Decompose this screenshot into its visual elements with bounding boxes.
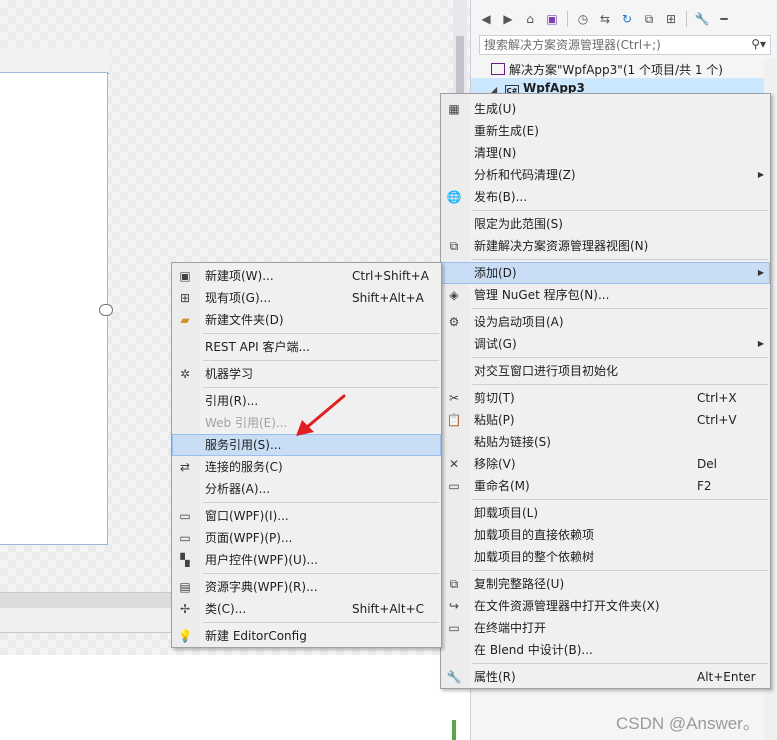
menu-item-open-in-terminal[interactable]: ▭ 在终端中打开 (441, 617, 770, 639)
window-title-bar (0, 48, 110, 74)
menu-item-interactive-init[interactable]: 对交互窗口进行项目初始化 (441, 360, 770, 382)
connected-service-icon: ⇄ (179, 460, 191, 474)
resize-handle-icon[interactable] (99, 304, 113, 316)
gear-icon: ⚙ (448, 315, 460, 329)
xaml-editor-pane[interactable] (0, 655, 470, 740)
switch-views-icon[interactable]: ▣ (543, 10, 561, 28)
scissors-icon: ✂ (448, 391, 460, 405)
solution-explorer-search-input[interactable]: 搜索解决方案资源管理器(Ctrl+;) ⚲▾ (479, 35, 771, 55)
menu-item-machine-learning[interactable]: ✲ 机器学习 (172, 363, 441, 385)
menu-item-new-editorconfig[interactable]: 💡 新建 EditorConfig (172, 625, 441, 647)
change-marker (452, 720, 456, 740)
menu-item-new-explorer-view[interactable]: ⧉ 新建解决方案资源管理器视图(N) (441, 235, 770, 257)
menu-item-properties[interactable]: 🔧 属性(R) Alt+Enter (441, 666, 770, 688)
menu-item-copy-full-path[interactable]: ⧉ 复制完整路径(U) (441, 573, 770, 595)
solution-icon (491, 63, 505, 75)
menu-item-manage-nuget[interactable]: ◈ 管理 NuGet 程序包(N)... (441, 284, 770, 306)
menu-item-add[interactable]: 添加(D) ▶ (441, 262, 770, 284)
menu-item-publish[interactable]: 🌐 发布(B)... (441, 186, 770, 208)
publish-globe-icon: 🌐 (446, 190, 462, 204)
show-all-files-icon[interactable]: ⊞ (662, 10, 680, 28)
page-icon: ▭ (179, 531, 191, 545)
submenu-arrow-icon: ▶ (757, 170, 764, 179)
pending-changes-filter-icon[interactable]: ◷ (574, 10, 592, 28)
new-folder-icon: ▰ (180, 313, 190, 327)
submenu-arrow-icon: ▶ (757, 268, 764, 277)
menu-item-build[interactable]: ▦ 生成(U) (441, 98, 770, 120)
toolbar-divider (686, 11, 687, 27)
menu-item-load-direct-deps[interactable]: 加载项目的直接依赖项 (441, 524, 770, 546)
menu-item-rebuild[interactable]: 重新生成(E) (441, 120, 770, 142)
window-icon: ▭ (179, 509, 191, 523)
clipboard-icon: 📋 (446, 413, 462, 427)
forward-icon[interactable]: ▶ (499, 10, 517, 28)
menu-item-user-control-wpf[interactable]: ▚ 用户控件(WPF)(U)... (172, 549, 441, 571)
toolbar-divider (567, 11, 568, 27)
menu-item-rename[interactable]: ▭ 重命名(M) F2 (441, 475, 770, 497)
refresh-icon[interactable]: ↻ (618, 10, 636, 28)
menu-item-analyze[interactable]: 分析和代码清理(Z) ▶ (441, 164, 770, 186)
nuget-icon: ◈ (449, 288, 459, 302)
search-icon[interactable]: ⚲▾ (751, 37, 766, 51)
menu-item-existing-item[interactable]: ⊞ 现有项(G)... Shift+Alt+A (172, 287, 441, 309)
menu-item-analyzer[interactable]: 分析器(A)... (172, 478, 441, 500)
menu-item-rest-api-client[interactable]: REST API 客户端... (172, 336, 441, 358)
menu-item-set-startup[interactable]: ⚙ 设为启动项目(A) (441, 311, 770, 333)
menu-item-window-wpf[interactable]: ▭ 窗口(WPF)(I)... (172, 505, 441, 527)
menu-item-load-dep-tree[interactable]: 加载项目的整个依赖树 (441, 546, 770, 568)
menu-item-resource-dictionary[interactable]: ▤ 资源字典(WPF)(R)... (172, 576, 441, 598)
collapse-all-icon[interactable]: ⧉ (640, 10, 658, 28)
menu-item-paste[interactable]: 📋 粘贴(P) Ctrl+V (441, 409, 770, 431)
back-icon[interactable]: ◀ (477, 10, 495, 28)
class-icon: ✢ (179, 602, 191, 616)
menu-item-service-reference[interactable]: 服务引用(S)... (172, 434, 441, 456)
menu-item-unload-project[interactable]: 卸载项目(L) (441, 502, 770, 524)
menu-item-design-in-blend[interactable]: 在 Blend 中设计(B)... (441, 639, 770, 661)
watermark: CSDN @Answer。 (616, 714, 760, 733)
menu-item-clean[interactable]: 清理(N) (441, 142, 770, 164)
menu-item-scope-to-this[interactable]: 限定为此范围(S) (441, 213, 770, 235)
menu-item-reference[interactable]: 引用(R)... (172, 390, 441, 412)
new-item-icon: ▣ (179, 269, 191, 283)
solution-explorer-toolbar: ◀ ▶ ⌂ ▣ ◷ ⇆ ↻ ⧉ ⊞ 🔧 ━ (477, 8, 733, 30)
wrench-icon: 🔧 (446, 670, 462, 684)
home-icon[interactable]: ⌂ (521, 10, 539, 28)
tree-item-solution[interactable]: 解决方案"WpfApp3"(1 个项目/共 1 个) (471, 60, 771, 80)
menu-item-connected-service[interactable]: ⇄ 连接的服务(C) (172, 456, 441, 478)
menu-item-debug[interactable]: 调试(G) ▶ (441, 333, 770, 355)
user-control-icon: ▚ (180, 553, 190, 567)
add-submenu: ▣ 新建项(W)... Ctrl+Shift+A ⊞ 现有项(G)... Shift+A… (171, 262, 442, 648)
resource-dictionary-icon: ▤ (179, 580, 191, 594)
sync-active-document-icon[interactable]: ⇆ (596, 10, 614, 28)
menu-item-new-item[interactable]: ▣ 新建项(W)... Ctrl+Shift+A (172, 265, 441, 287)
project-context-menu: ▦ 生成(U) 重新生成(E) 清理(N) 分析和代码清理(Z) ▶ 🌐 发布(B).… (440, 93, 771, 689)
wpf-window-preview[interactable] (0, 72, 108, 545)
solution-label: 解决方案"WpfApp3"(1 个项目/共 1 个) (509, 63, 723, 77)
menu-item-open-in-explorer[interactable]: ↪ 在文件资源管理器中打开文件夹(X) (441, 595, 770, 617)
remove-x-icon: ✕ (448, 457, 460, 471)
menu-item-class[interactable]: ✢ 类(C)... Shift+Alt+C (172, 598, 441, 620)
menu-item-web-reference: Web 引用(E)... (205, 416, 288, 430)
rename-icon: ▭ (448, 479, 460, 493)
menu-item-paste-as-link[interactable]: 粘贴为链接(S) (441, 431, 770, 453)
machine-learning-icon: ✲ (179, 367, 191, 381)
terminal-icon: ▭ (448, 621, 460, 635)
menu-item-remove[interactable]: ✕ 移除(V) Del (441, 453, 770, 475)
copy-icon: ⧉ (449, 577, 459, 591)
wrench-properties-icon[interactable]: 🔧 (693, 10, 711, 28)
pin-icon[interactable]: ━ (715, 10, 733, 28)
menu-item-cut[interactable]: ✂ 剪切(T) Ctrl+X (441, 387, 770, 409)
existing-item-icon: ⊞ (179, 291, 191, 305)
menu-item-page-wpf[interactable]: ▭ 页面(WPF)(P)... (172, 527, 441, 549)
search-placeholder: 搜索解决方案资源管理器(Ctrl+;) (484, 38, 661, 52)
open-folder-arrow-icon: ↪ (448, 599, 460, 613)
new-view-icon: ⧉ (449, 239, 459, 253)
lightbulb-icon: 💡 (177, 629, 193, 643)
build-icon: ▦ (448, 102, 460, 116)
submenu-arrow-icon: ▶ (757, 339, 764, 348)
menu-item-new-folder[interactable]: ▰ 新建文件夹(D) (172, 309, 441, 331)
